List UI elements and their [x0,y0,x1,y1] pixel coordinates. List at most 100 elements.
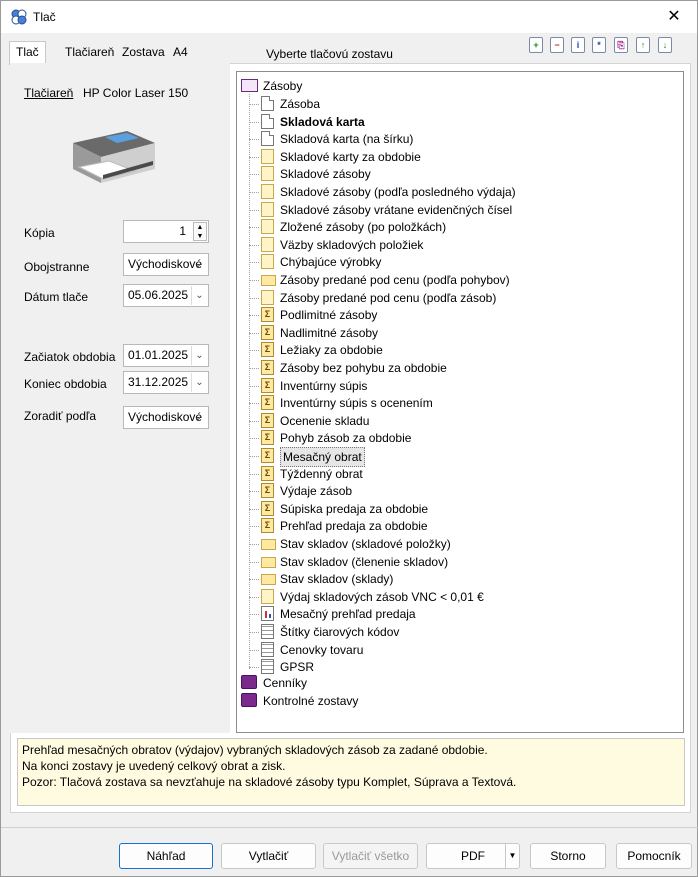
tree-connector [249,491,259,492]
app-icon [11,9,27,25]
tree-connector [249,544,259,545]
tree-item-label: Inventúrny súpis [280,379,368,393]
report-tree[interactable]: Zásoby Zásoba Skladová karta Skladová kart… [236,71,684,733]
report-document-icon [261,149,274,164]
sigma-report-icon: Σ [261,395,274,410]
move-down-icon[interactable]: ↓ [658,37,672,53]
tab-printer[interactable]: Tlačiareň [59,42,120,64]
book-icon [241,693,257,707]
add-report-icon[interactable]: + [529,37,543,53]
book-icon [241,675,257,689]
sigma-report-icon: Σ [261,430,274,445]
report-description: Prehľad mesačných obratov (výdajov) vybr… [17,738,685,806]
grid-icon [261,659,274,674]
tree-item-label: Stav skladov (sklady) [280,572,394,586]
tree-connector [249,438,259,439]
grid-icon [261,642,274,657]
chevron-down-icon: ⌄ [193,258,203,270]
period-end-label: Koniec obdobia [24,377,107,391]
close-icon[interactable]: ✕ [651,1,697,33]
tree-connector [249,157,259,158]
tree-connector [249,562,259,563]
print-dialog: Tlač ✕ Tlač Tlačiareň Zostava A4 Vyberte… [0,0,698,877]
sort-by-label: Zoradiť podľa [24,409,97,423]
report-document-icon [261,589,274,604]
calendar-dropdown-icon[interactable]: ⌄ [191,346,207,365]
help-button[interactable]: Pomocník [616,843,692,869]
tree-connector [249,667,259,668]
print-all-button[interactable]: Vytlačiť všetko [323,843,418,869]
period-end-field[interactable]: 31.12.2025 ⌄ [123,371,209,394]
pdf-button[interactable]: PDF ▼ [426,843,520,869]
tree-node-label: Zásoby [263,79,303,93]
calendar-dropdown-icon[interactable]: ⌄ [191,286,207,305]
sigma-report-icon: Σ [261,325,274,340]
tree-item-label: Zásoby predané pod cenu (podľa zásob) [280,291,497,305]
tree-item-label: Stav skladov (členenie skladov) [280,555,449,569]
tab-print[interactable]: Tlač [9,41,46,65]
tree-connector [249,474,259,475]
sigma-report-icon: Σ [261,448,274,463]
tree-connector [249,368,259,369]
tab-report[interactable]: Zostava [116,42,171,64]
period-start-field[interactable]: 01.01.2025 ⌄ [123,344,209,367]
remove-report-icon[interactable]: − [550,37,564,53]
print-date-field[interactable]: 05.06.2025 ⌄ [123,284,209,307]
asterisk-icon[interactable]: * [592,37,606,53]
tree-connector [249,227,259,228]
tree-item-label: Podlimitné zásoby [280,308,378,322]
tree-item-label: Mesačný obrat [280,447,365,467]
tree-item-label: Mesačný prehľad predaja [280,607,416,621]
tree-connector [249,333,259,334]
info-icon[interactable]: i [571,37,585,53]
copy-icon[interactable]: ⎘ [614,37,628,53]
tree-connector [249,403,259,404]
print-button[interactable]: Vytlačiť [221,843,316,869]
tree-item-label: Štítky čiarových kódov [280,625,400,639]
printer-link[interactable]: Tlačiareň [24,86,73,100]
title-bar: Tlač ✕ [1,1,697,33]
divider [1,827,698,828]
report-document-icon [261,219,274,234]
tree-connector [249,94,250,669]
cancel-button[interactable]: Storno [530,843,606,869]
report-document-icon [261,290,274,305]
print-date-label: Dátum tlače [24,290,89,304]
tree-item-label: Inventúrny súpis s ocenením [280,396,433,410]
tree-connector [249,262,259,263]
tree-item-label: Skladové zásoby (podľa posledného výdaja… [280,185,516,199]
tree-item-label: Súpiska predaja za obdobie [280,502,429,516]
tree-connector [249,122,259,123]
print-date-value: 05.06.2025 [128,288,189,302]
tree-item-label: Zásoby bez pohybu za obdobie [280,361,447,375]
sort-by-select[interactable]: Východiskové ⌄ [123,406,209,429]
tab-a4[interactable]: A4 [167,42,194,64]
copies-value: 1 [179,224,186,238]
spin-arrows-icon[interactable]: ▲ ▼ [193,222,207,241]
tree-item-label: Skladové zásoby [280,167,371,181]
duplex-select[interactable]: Východiskové ⌄ [123,253,209,276]
tree-item-label: Zásoby predané pod cenu (podľa pohybov) [280,273,510,287]
sigma-report-icon: Σ [261,466,274,481]
document-icon [261,96,274,111]
caret-down-icon[interactable]: ▼ [505,844,519,868]
tree-item-label: Ležiaky za obdobie [280,343,383,357]
tree-item-label: Skladové karty za obdobie [280,150,421,164]
report-document-icon [261,166,274,181]
move-up-icon[interactable]: ↑ [636,37,650,53]
calendar-dropdown-icon[interactable]: ⌄ [191,373,207,392]
folder-icon [261,275,276,286]
copies-stepper[interactable]: 1 ▲ ▼ [123,220,209,243]
tree-item-label: Týždenný obrat [280,467,363,481]
preview-button[interactable]: Náhľad [119,843,213,869]
description-line: Pozor: Tlačová zostava sa nevzťahuje na … [22,775,517,789]
copies-label: Kópia [24,226,55,240]
tree-node-label: Kontrolné zostavy [263,694,359,708]
tree-connector [249,280,259,281]
sigma-report-icon: Σ [261,307,274,322]
tree-item-label: Stav skladov (skladové položky) [280,537,451,551]
tree-connector [249,350,259,351]
period-end-value: 31.12.2025 [128,375,189,389]
tree-item-label: Zložené zásoby (po položkách) [280,220,447,234]
tree-connector [249,210,259,211]
